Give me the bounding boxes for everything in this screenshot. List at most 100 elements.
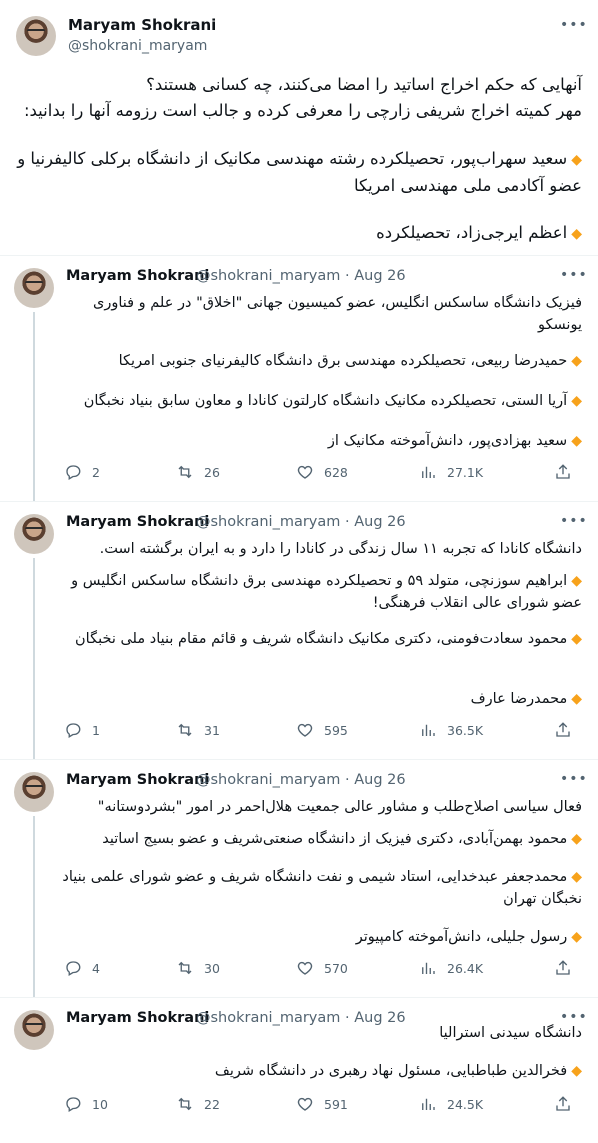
reply-text-intro: فیزیک دانشگاه ساسکس انگلیس، عضو کمیسیون … bbox=[92, 295, 582, 333]
like-count: 595 bbox=[324, 722, 348, 738]
tweet-list-item: ◆سعید بهزادی‌پور، دانش‌آموخته مکانیک از bbox=[62, 430, 582, 452]
avatar[interactable] bbox=[14, 772, 54, 812]
author-handle-date[interactable]: @shokrani_maryam · Aug 26 bbox=[196, 772, 406, 788]
heart-icon bbox=[297, 723, 313, 737]
avatar[interactable] bbox=[14, 514, 54, 554]
share-button[interactable] bbox=[554, 720, 572, 740]
tweet-list-item-text: اعظم ایرجی‌زاد، تحصیلکرده bbox=[376, 223, 568, 242]
orange-diamond-icon: ◆ bbox=[571, 433, 582, 449]
retweet-button[interactable]: 31 bbox=[176, 720, 220, 740]
views-chart-icon bbox=[422, 1098, 435, 1110]
like-count: 570 bbox=[324, 960, 348, 976]
orange-diamond-icon: ◆ bbox=[571, 929, 582, 945]
author-handle-date[interactable]: @shokrani_maryam · Aug 26 bbox=[196, 514, 406, 530]
more-dots-icon[interactable]: ••• bbox=[560, 514, 587, 534]
tweet-list-item: ◆ابراهیم سوزنچی، متولد ۵۹ و تحصیلکرده مه… bbox=[62, 570, 582, 614]
views-button[interactable]: 27.1K bbox=[419, 462, 483, 482]
thread-reply[interactable]: Maryam Shokrani @shokrani_maryam · Aug 2… bbox=[0, 255, 598, 502]
tweet-list-item-text: محمود سعادت‌فومنی، دکتری مکانیک دانشگاه … bbox=[75, 631, 568, 647]
tweet-list-item-text: رسول جلیلی، دانش‌آموخته کامپیوتر bbox=[355, 929, 568, 945]
heart-icon bbox=[297, 961, 313, 975]
retweet-count: 30 bbox=[204, 960, 220, 976]
views-chart-icon bbox=[422, 466, 435, 478]
more-dots-icon[interactable]: ••• bbox=[560, 772, 587, 792]
reply-bubble-icon bbox=[66, 465, 81, 480]
author-handle[interactable]: @shokrani_maryam bbox=[68, 38, 207, 54]
thread-reply[interactable]: Maryam Shokrani @shokrani_maryam · Aug 2… bbox=[0, 501, 598, 760]
retweet-button[interactable]: 22 bbox=[176, 1094, 220, 1114]
thread-connector-line bbox=[33, 312, 35, 502]
retweet-icon bbox=[178, 1097, 192, 1111]
reply-bubble-icon bbox=[66, 723, 81, 738]
orange-diamond-icon: ◆ bbox=[571, 152, 582, 168]
like-count: 591 bbox=[324, 1096, 348, 1112]
tweet-list-item: ◆رسول جلیلی، دانش‌آموخته کامپیوتر bbox=[62, 926, 582, 948]
reply-button[interactable]: 1 bbox=[64, 720, 100, 740]
reply-count: 2 bbox=[92, 464, 100, 480]
share-button[interactable] bbox=[554, 462, 572, 482]
reply-bubble-icon bbox=[66, 961, 81, 976]
author-name[interactable]: Maryam Shokrani bbox=[66, 268, 209, 284]
reply-count: 10 bbox=[92, 1096, 108, 1112]
orange-diamond-icon: ◆ bbox=[571, 393, 582, 409]
tweet-list-item-text: سعید سهراب‌پور، تحصیلکرده رشته مهندسی مک… bbox=[17, 149, 582, 195]
tweet-list-item: ◆محمدرضا عارف bbox=[62, 688, 582, 710]
retweet-button[interactable]: 30 bbox=[176, 958, 220, 978]
tweet-list-item: ◆سعید سهراب‌پور، تحصیلکرده رشته مهندسی م… bbox=[16, 146, 582, 198]
tweet-list-item: ◆محمود سعادت‌فومنی، دکتری مکانیک دانشگاه… bbox=[62, 628, 582, 650]
author-name[interactable]: Maryam Shokrani bbox=[66, 514, 209, 530]
views-button[interactable]: 26.4K bbox=[419, 958, 483, 978]
orange-diamond-icon: ◆ bbox=[571, 573, 582, 589]
views-chart-icon bbox=[422, 962, 435, 974]
reply-count: 4 bbox=[92, 960, 100, 976]
avatar[interactable] bbox=[14, 1010, 54, 1050]
more-dots-icon[interactable]: ••• bbox=[560, 268, 587, 288]
more-dots-icon[interactable]: ••• bbox=[560, 18, 587, 38]
share-button[interactable] bbox=[554, 958, 572, 978]
thread-connector-line bbox=[33, 816, 35, 998]
views-button[interactable]: 24.5K bbox=[419, 1094, 483, 1114]
like-button[interactable]: 591 bbox=[296, 1094, 348, 1114]
tweet-list-item: ◆فخرالدین طباطبایی، مسئول نهاد رهبری در … bbox=[62, 1060, 582, 1082]
avatar[interactable] bbox=[16, 16, 56, 56]
author-handle-date[interactable]: @shokrani_maryam · Aug 26 bbox=[196, 268, 406, 284]
orange-diamond-icon: ◆ bbox=[571, 691, 582, 707]
orange-diamond-icon: ◆ bbox=[571, 869, 582, 885]
author-name[interactable]: Maryam Shokrani bbox=[68, 16, 216, 34]
share-button[interactable] bbox=[554, 1094, 572, 1114]
orange-diamond-icon: ◆ bbox=[571, 1063, 582, 1079]
thread-reply[interactable]: Maryam Shokrani @shokrani_maryam · Aug 2… bbox=[0, 997, 598, 1143]
reply-button[interactable]: 10 bbox=[64, 1094, 108, 1114]
orange-diamond-icon: ◆ bbox=[571, 353, 582, 369]
like-button[interactable]: 595 bbox=[296, 720, 348, 740]
reply-text-intro: فعال سیاسی اصلاح‌طلب و مشاور عالی جمعیت … bbox=[97, 799, 582, 815]
author-name[interactable]: Maryam Shokrani bbox=[66, 772, 209, 788]
retweet-icon bbox=[178, 961, 192, 975]
tweet-list-item: ◆محمدجعفر عبدخدایی، استاد شیمی و نفت دان… bbox=[62, 866, 582, 910]
reply-button[interactable]: 4 bbox=[64, 958, 100, 978]
share-icon bbox=[556, 1096, 570, 1111]
orange-diamond-icon: ◆ bbox=[571, 631, 582, 647]
tweet-list-item-text: محمدجعفر عبدخدایی، استاد شیمی و نفت دانش… bbox=[62, 869, 582, 907]
heart-icon bbox=[297, 1097, 313, 1111]
like-button[interactable]: 628 bbox=[296, 462, 348, 482]
reply-button[interactable]: 2 bbox=[64, 462, 100, 482]
retweet-count: 26 bbox=[204, 464, 220, 480]
share-icon bbox=[556, 464, 570, 479]
tweet-list-item-text: آریا الستی، تحصیلکرده مکانیک دانشگاه کار… bbox=[83, 393, 568, 409]
thread-connector-line bbox=[33, 558, 35, 760]
tweet-text-line-2: مهر کمیته اخراج شریفی زارچی را معرفی کرد… bbox=[23, 101, 582, 120]
like-button[interactable]: 570 bbox=[296, 958, 348, 978]
share-icon bbox=[556, 722, 570, 737]
tweet-list-item: ◆حمیدرضا ربیعی، تحصیلکرده مهندسی برق دان… bbox=[62, 350, 582, 372]
views-button[interactable]: 36.5K bbox=[419, 720, 483, 740]
views-count: 24.5K bbox=[447, 1096, 484, 1112]
orange-diamond-icon: ◆ bbox=[571, 226, 582, 242]
tweet-list-item: ◆محمود بهمن‌آبادی، دکتری فیزیک از دانشگا… bbox=[62, 828, 582, 850]
reply-bubble-icon bbox=[66, 1097, 81, 1112]
thread-reply[interactable]: Maryam Shokrani @shokrani_maryam · Aug 2… bbox=[0, 759, 598, 998]
tweet-actions: 2 26 628 27.1K bbox=[64, 462, 584, 482]
views-count: 27.1K bbox=[447, 464, 484, 480]
avatar[interactable] bbox=[14, 268, 54, 308]
retweet-button[interactable]: 26 bbox=[176, 462, 220, 482]
